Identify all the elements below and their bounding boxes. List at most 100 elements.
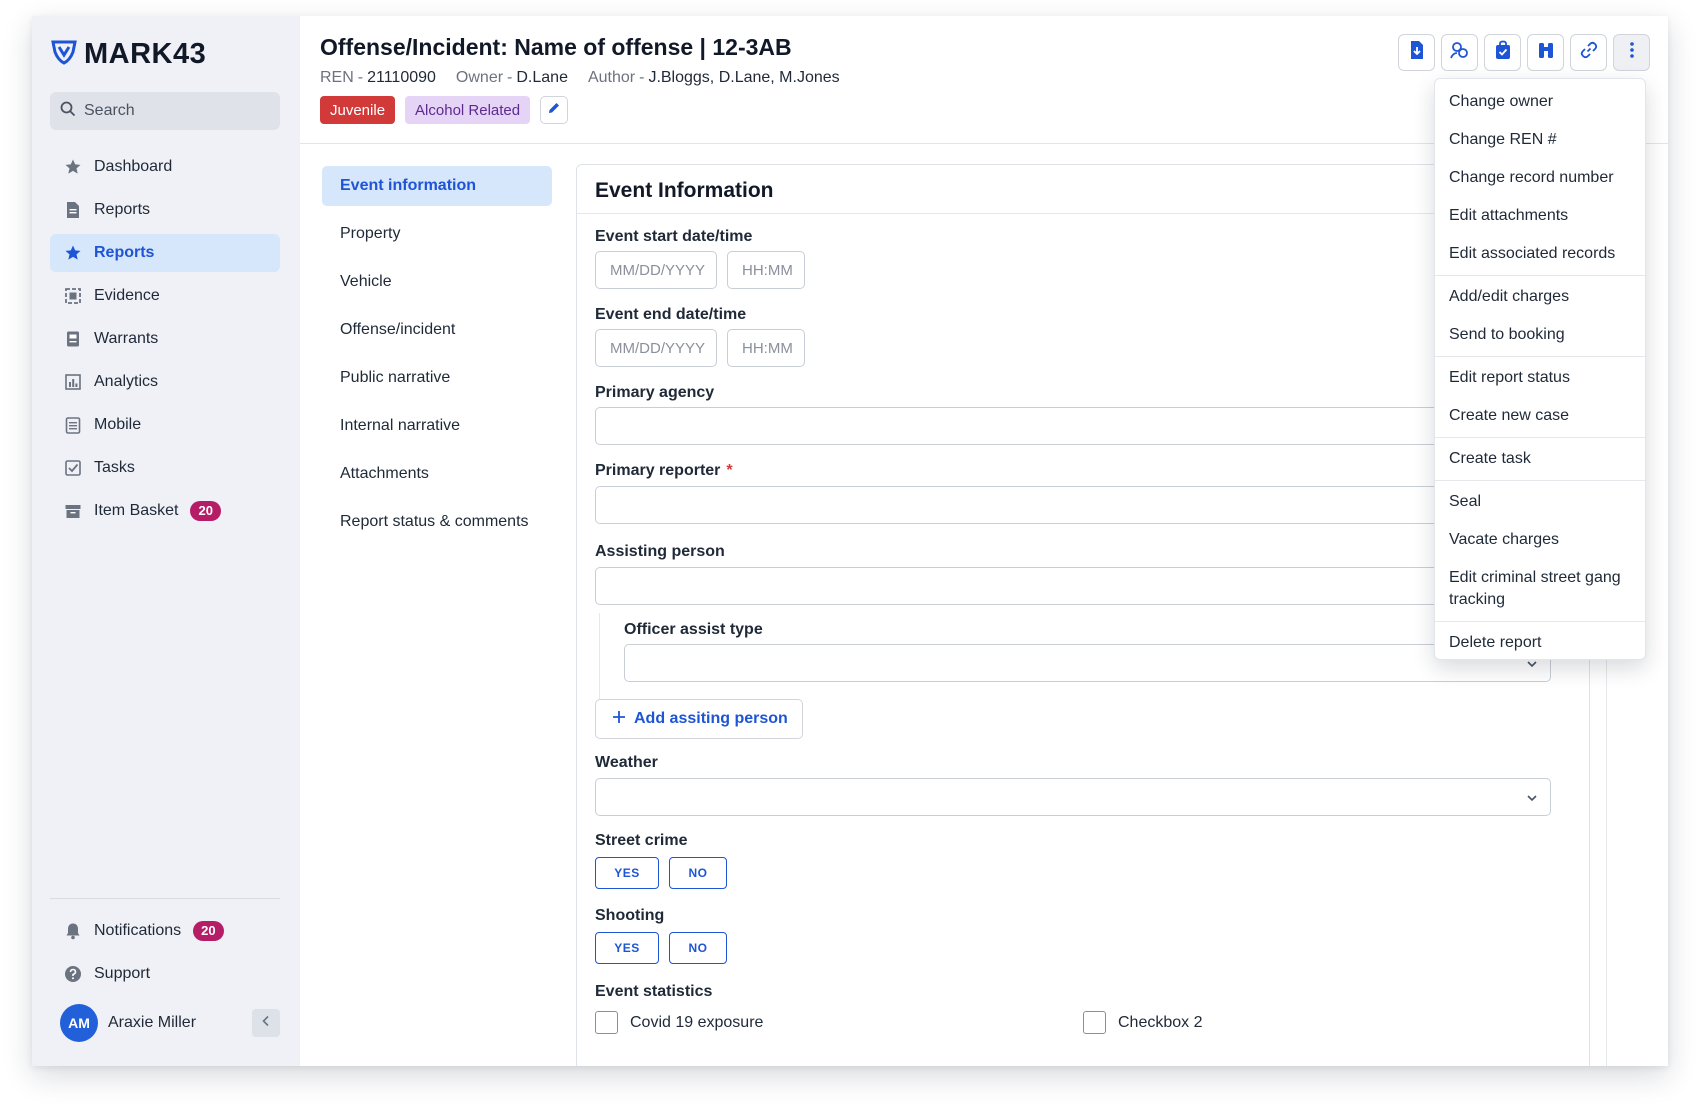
- sidebar-item-dashboard[interactable]: Dashboard: [50, 148, 280, 186]
- shooting-toggle: YES NO: [595, 932, 727, 964]
- assisting-person-field[interactable]: [595, 567, 1551, 605]
- sidebar-item-tasks[interactable]: Tasks: [50, 449, 280, 487]
- checkbox[interactable]: [1083, 1011, 1106, 1034]
- star-icon: [64, 158, 82, 176]
- sidebar-item-reports[interactable]: Reports: [50, 191, 280, 229]
- star-icon: [64, 244, 82, 262]
- event-start-date-field[interactable]: MM/DD/YYYY: [595, 251, 717, 289]
- required-marker: *: [726, 462, 733, 479]
- checkbox[interactable]: [595, 1011, 618, 1034]
- sidebar-item-support[interactable]: Support: [50, 955, 280, 993]
- binoculars-icon: [1536, 40, 1556, 65]
- sidebar-item-label: Mobile: [94, 416, 142, 433]
- link-icon: [1579, 40, 1599, 65]
- officer-assist-type-select[interactable]: [624, 644, 1551, 682]
- menu-item-change-ren[interactable]: Change REN #: [1435, 121, 1645, 159]
- section-vehicle[interactable]: Vehicle: [322, 262, 552, 302]
- menu-item-delete-report[interactable]: Delete report: [1435, 624, 1645, 662]
- record-meta: REN -21110090 Owner - D.Lane Author - J.Blogg…: [320, 69, 840, 87]
- logo-text: MARK43: [84, 38, 207, 70]
- sidebar-item-analytics[interactable]: Analytics: [50, 363, 280, 401]
- shooting-yes-button[interactable]: YES: [595, 932, 659, 964]
- event-end-date-field[interactable]: MM/DD/YYYY: [595, 329, 717, 367]
- menu-divider: [1435, 621, 1645, 622]
- weather-select[interactable]: [595, 778, 1551, 816]
- sidebar-item-label: Item Basket: [94, 502, 179, 519]
- item-basket-count-badge: 20: [190, 501, 221, 521]
- sidebar-item-label: Warrants: [94, 330, 159, 347]
- menu-item-edit-report-status[interactable]: Edit report status: [1435, 359, 1645, 397]
- section-offense-incident[interactable]: Offense/incident: [322, 310, 552, 350]
- checkbox-label: Checkbox 2: [1118, 1013, 1203, 1031]
- street-crime-no-button[interactable]: NO: [669, 857, 727, 889]
- checkbox-covid-19-exposure[interactable]: Covid 19 exposure: [595, 1011, 763, 1034]
- evidence-bag-button[interactable]: [1484, 34, 1521, 71]
- sidebar-item-warrants[interactable]: Warrants: [50, 320, 280, 358]
- primary-reporter-field[interactable]: [595, 486, 1551, 524]
- warrant-icon: [64, 330, 82, 348]
- sidebar-divider: [50, 898, 280, 899]
- collapse-sidebar-button[interactable]: [252, 1009, 280, 1037]
- basket-icon: [64, 502, 82, 520]
- menu-item-create-new-case[interactable]: Create new case: [1435, 397, 1645, 435]
- sidebar-item-mobile[interactable]: Mobile: [50, 406, 280, 444]
- binoculars-button[interactable]: [1527, 34, 1564, 71]
- section-property[interactable]: Property: [322, 214, 552, 254]
- event-start-time-field[interactable]: HH:MM: [727, 251, 805, 289]
- user-profile[interactable]: AM Araxie Miller: [50, 1002, 280, 1044]
- sidebar-item-evidence[interactable]: Evidence: [50, 277, 280, 315]
- sidebar-item-item-basket[interactable]: Item Basket 20: [50, 492, 280, 530]
- section-attachments[interactable]: Attachments: [322, 454, 552, 494]
- menu-item-edit-criminal-street-gang-tracking[interactable]: Edit criminal street gang tracking: [1435, 559, 1645, 619]
- shooting-no-button[interactable]: NO: [669, 932, 727, 964]
- weather-label: Weather: [595, 754, 658, 771]
- edit-tags-button[interactable]: [540, 96, 569, 124]
- section-public-narrative[interactable]: Public narrative: [322, 358, 552, 398]
- primary-agency-field[interactable]: [595, 407, 1551, 445]
- export-pdf-button[interactable]: [1398, 34, 1435, 71]
- primary-reporter-label: Primary reporter *: [595, 462, 733, 479]
- meta-ren: REN -21110090: [320, 69, 436, 86]
- menu-item-send-to-booking[interactable]: Send to booking: [1435, 316, 1645, 354]
- add-assisting-person-button[interactable]: Add assiting person: [595, 699, 803, 739]
- more-actions-button[interactable]: [1613, 34, 1650, 71]
- section-report-status-comments[interactable]: Report status & comments: [322, 502, 552, 542]
- menu-item-seal[interactable]: Seal: [1435, 483, 1645, 521]
- primary-agency-label: Primary agency: [595, 384, 715, 401]
- shooting-label: Shooting: [595, 907, 665, 924]
- sidebar-item-label: Evidence: [94, 287, 160, 304]
- menu-item-create-task[interactable]: Create task: [1435, 440, 1645, 478]
- sidebar-item-label: Notifications: [94, 922, 182, 939]
- more-actions-menu: Change owner Change REN # Change record …: [1434, 78, 1646, 660]
- search-input[interactable]: Search: [50, 92, 280, 130]
- checkbox-2[interactable]: Checkbox 2: [1083, 1011, 1203, 1034]
- notifications-count-badge: 20: [193, 921, 224, 941]
- link-persons-button[interactable]: [1441, 34, 1478, 71]
- section-event-information[interactable]: Event information: [322, 166, 552, 206]
- card-title: Event Information: [595, 179, 774, 202]
- menu-item-change-record-number[interactable]: Change record number: [1435, 159, 1645, 197]
- search-icon: [60, 101, 76, 122]
- link-button[interactable]: [1570, 34, 1607, 71]
- help-circle-icon: [64, 965, 82, 983]
- app-logo[interactable]: MARK43: [50, 38, 206, 71]
- street-crime-yes-button[interactable]: YES: [595, 857, 659, 889]
- event-end-label: Event end date/time: [595, 306, 747, 323]
- menu-item-edit-associated-records[interactable]: Edit associated records: [1435, 235, 1645, 273]
- event-end-time-field[interactable]: HH:MM: [727, 329, 805, 367]
- clipboard-list-icon: [64, 416, 82, 434]
- menu-item-edit-attachments[interactable]: Edit attachments: [1435, 197, 1645, 235]
- section-internal-narrative[interactable]: Internal narrative: [322, 406, 552, 446]
- menu-divider: [1435, 480, 1645, 481]
- menu-divider: [1435, 437, 1645, 438]
- meta-owner: Owner - D.Lane: [455, 69, 568, 86]
- sidebar-item-reports-active[interactable]: Reports: [50, 234, 280, 272]
- menu-item-vacate-charges[interactable]: Vacate charges: [1435, 521, 1645, 559]
- menu-item-change-owner[interactable]: Change owner: [1435, 83, 1645, 121]
- sidebar-item-notifications[interactable]: Notifications 20: [50, 912, 280, 950]
- meta-author: Author - J.Bloggs, D.Lane, M.Jones: [587, 69, 840, 86]
- menu-item-add-edit-charges[interactable]: Add/edit charges: [1435, 278, 1645, 316]
- officer-assist-type-label: Officer assist type: [624, 621, 763, 638]
- checkbox-checked-icon: [64, 459, 82, 477]
- sidebar-item-label: Analytics: [94, 373, 159, 390]
